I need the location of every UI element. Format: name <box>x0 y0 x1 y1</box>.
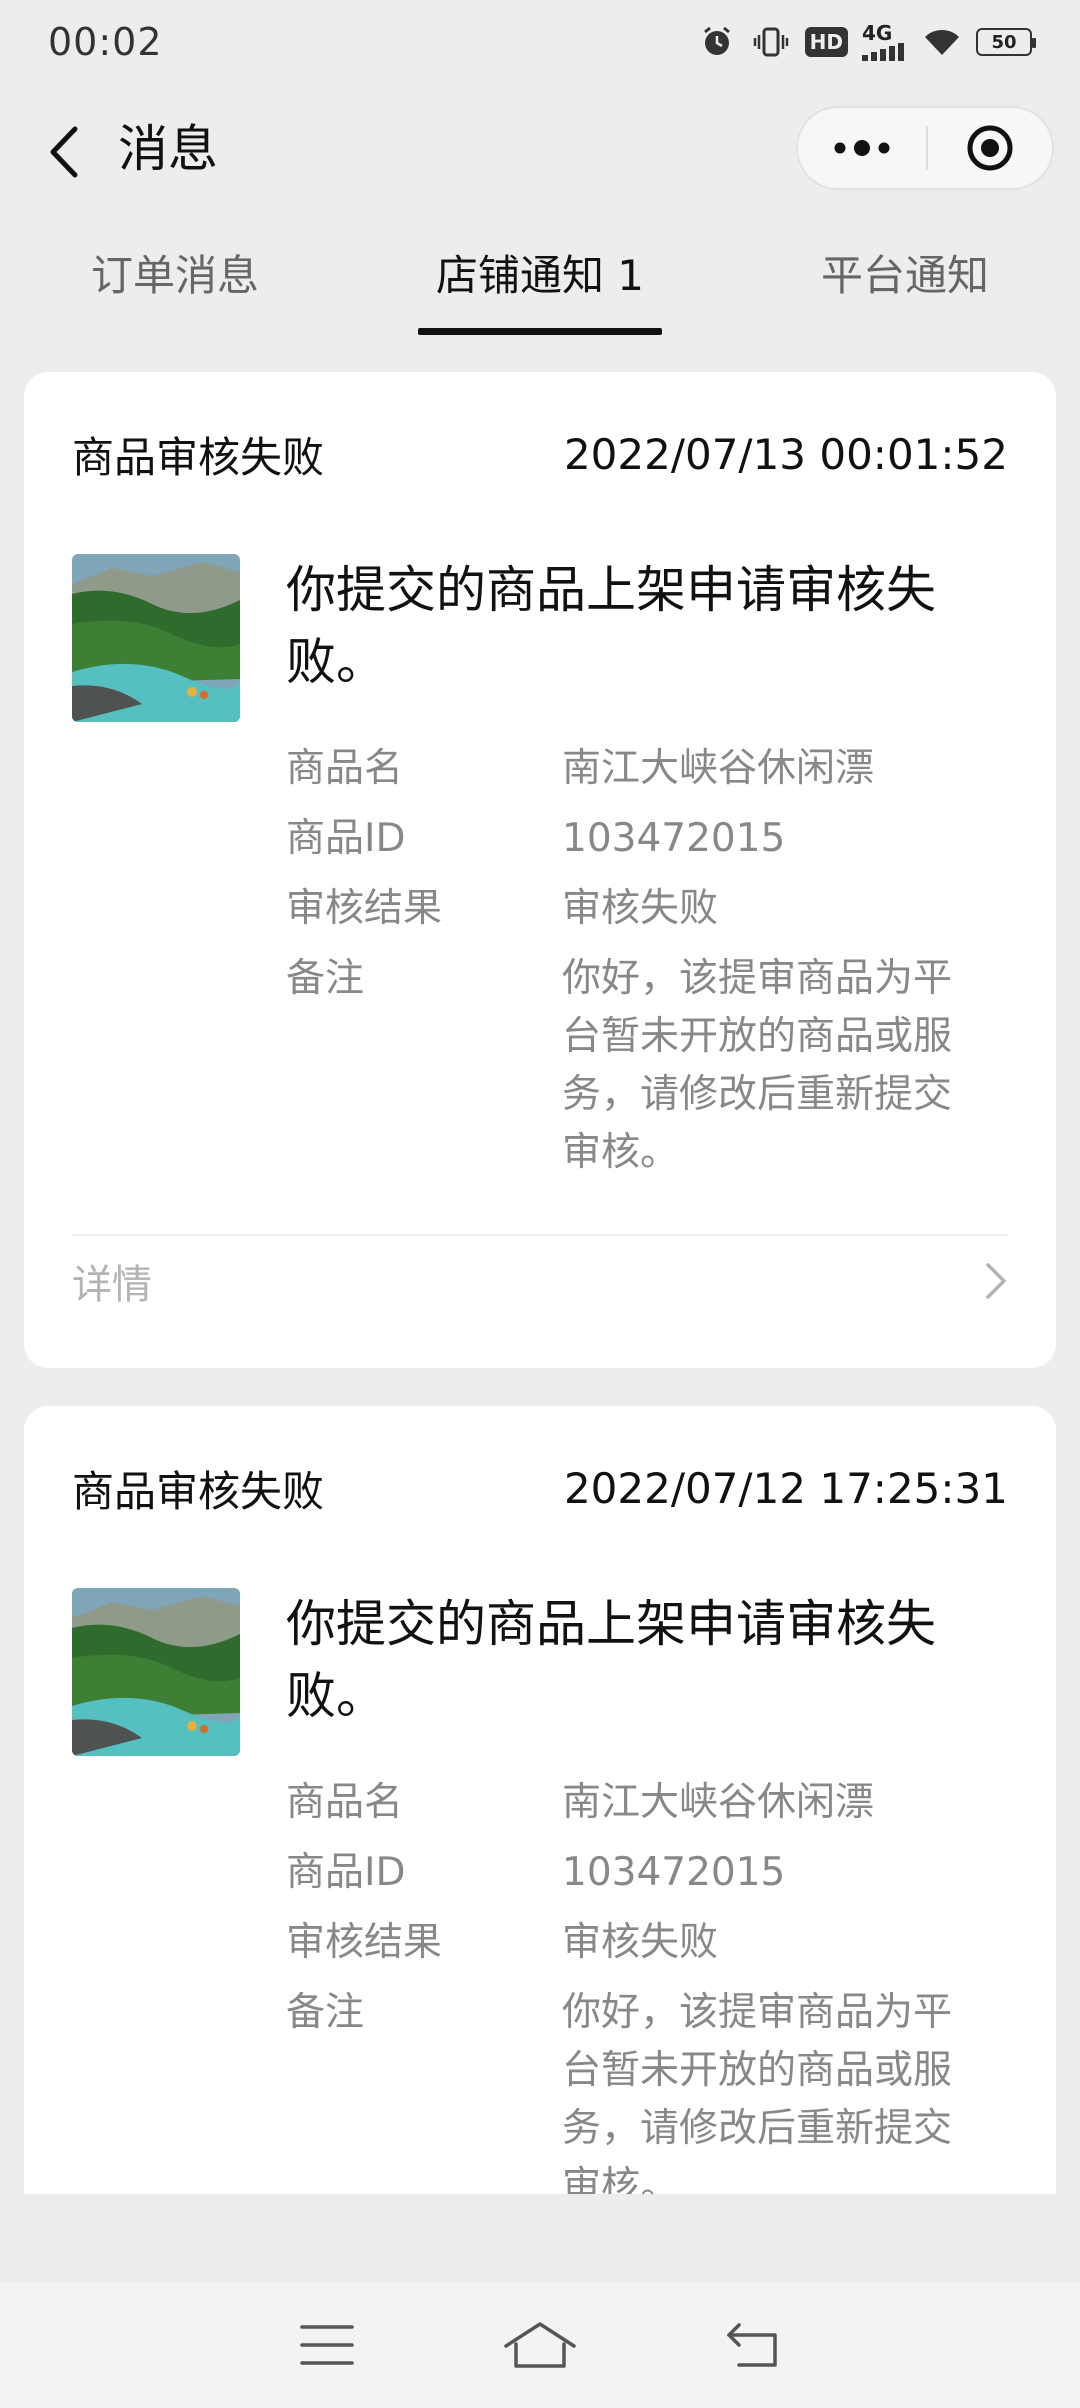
status-time: 00:02 <box>48 20 163 64</box>
field-row-product-id: 商品ID 103472015 <box>286 1844 1008 1902</box>
field-row-review-result: 审核结果 审核失败 <box>286 1914 1008 1972</box>
message-card[interactable]: 商品审核失败 2022/07/13 00:01:52 你提交的商品上架申请审核失… <box>24 372 1056 1368</box>
page-title: 消息 <box>118 120 218 178</box>
wifi-icon <box>922 22 962 62</box>
status-bar: 00:02 HD 4G 50 <box>0 0 1080 84</box>
field-label: 备注 <box>286 1990 365 2035</box>
detail-label: 详情 <box>72 1262 152 1308</box>
field-label: 商品ID <box>286 816 406 861</box>
field-row-product-name: 商品名 南江大峡谷休闲漂 <box>286 740 1008 798</box>
vibrate-icon <box>751 22 791 62</box>
back-button[interactable] <box>36 122 92 182</box>
field-value: 103472015 <box>562 1850 786 1895</box>
message-fields: 商品名 南江大峡谷休闲漂 商品ID 103472015 审核结果 审核失败 备注… <box>286 1774 1008 2194</box>
card-header: 商品审核失败 2022/07/13 00:01:52 <box>72 424 1008 484</box>
field-value: 你好，该提审商品为平台暂未开放的商品或服务，请修改后重新提交审核。 <box>562 1990 953 2194</box>
chevron-right-icon <box>986 1263 1006 1299</box>
battery-icon: 50 <box>976 28 1036 56</box>
active-tab-indicator <box>418 328 662 335</box>
field-row-review-result: 审核结果 审核失败 <box>286 880 1008 938</box>
field-label: 审核结果 <box>286 886 443 931</box>
field-value: 审核失败 <box>562 886 719 931</box>
field-row-product-id: 商品ID 103472015 <box>286 810 1008 868</box>
field-value: 103472015 <box>562 816 786 861</box>
field-row-remark: 备注 你好，该提审商品为平台暂未开放的商品或服务，请修改后重新提交审核。 <box>286 950 1008 1182</box>
field-label: 备注 <box>286 956 365 1001</box>
signal-icon: 4G <box>862 22 908 62</box>
menu-button[interactable] <box>287 2305 367 2385</box>
tab-store-notices[interactable]: 店铺通知 1 <box>420 240 660 312</box>
field-label: 商品名 <box>286 1780 404 1825</box>
message-fields: 商品名 南江大峡谷休闲漂 商品ID 103472015 审核结果 审核失败 备注… <box>286 740 1008 1182</box>
field-label: 商品名 <box>286 746 404 791</box>
tab-platform-notices[interactable]: 平台通知 <box>790 240 1020 312</box>
field-value: 南江大峡谷休闲漂 <box>562 1780 875 1825</box>
home-button[interactable] <box>500 2305 580 2385</box>
message-time: 2022/07/12 17:25:31 <box>563 1463 1008 1513</box>
field-row-product-name: 商品名 南江大峡谷休闲漂 <box>286 1774 1008 1832</box>
field-row-remark: 备注 你好，该提审商品为平台暂未开放的商品或服务，请修改后重新提交审核。 <box>286 1984 1008 2194</box>
detail-link[interactable]: 详情 <box>72 1236 1008 1326</box>
tab-order-messages[interactable]: 订单消息 <box>60 240 290 312</box>
return-icon <box>727 2323 778 2367</box>
home-icon <box>504 2322 576 2368</box>
menu-icon <box>299 2325 354 2365</box>
target-icon <box>967 125 1013 171</box>
alarm-icon <box>697 22 737 62</box>
close-miniprogram-button[interactable] <box>928 108 1052 188</box>
card-header: 商品审核失败 2022/07/12 17:25:31 <box>72 1458 1008 1518</box>
field-value: 审核失败 <box>562 1920 719 1965</box>
product-thumbnail <box>72 554 240 722</box>
hd-icon: HD <box>804 27 848 57</box>
tab-bar: 订单消息 店铺通知 1 平台通知 <box>0 222 1080 338</box>
field-value: 南江大峡谷休闲漂 <box>562 746 875 791</box>
system-nav-bar <box>0 2282 1080 2408</box>
more-button[interactable] <box>798 108 926 188</box>
message-title: 你提交的商品上架申请审核失败。 <box>286 561 936 691</box>
field-label: 商品ID <box>286 1850 406 1895</box>
nav-bar: 消息 <box>0 96 1080 206</box>
field-value: 你好，该提审商品为平台暂未开放的商品或服务，请修改后重新提交审核。 <box>562 956 953 1175</box>
chevron-left-icon <box>50 126 78 178</box>
message-type: 商品审核失败 <box>72 1466 325 1516</box>
message-type: 商品审核失败 <box>72 432 325 482</box>
more-dots-icon <box>834 140 890 156</box>
message-title: 你提交的商品上架申请审核失败。 <box>286 1595 936 1725</box>
field-label: 审核结果 <box>286 1920 443 1965</box>
system-back-button[interactable] <box>713 2305 793 2385</box>
product-thumbnail <box>72 1588 240 1756</box>
message-time: 2022/07/13 00:01:52 <box>563 429 1008 479</box>
miniprogram-capsule <box>796 106 1054 190</box>
message-card[interactable]: 商品审核失败 2022/07/12 17:25:31 你提交的商品上架申请审核失… <box>24 1406 1056 2194</box>
status-icons: HD 4G 50 <box>697 22 1036 62</box>
